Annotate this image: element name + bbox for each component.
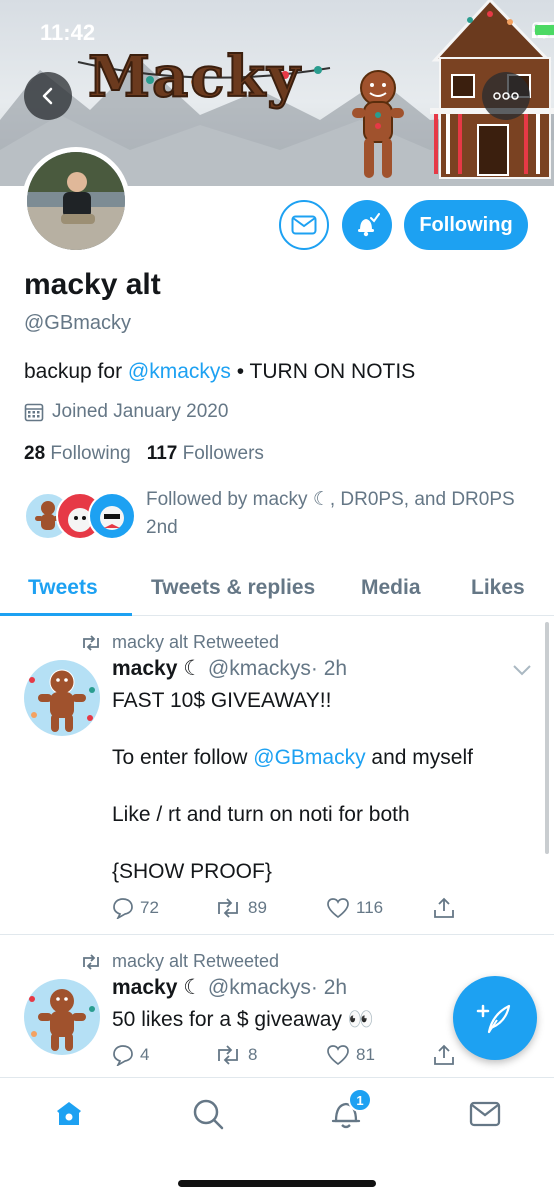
tweet-actions: 72 89 116 — [112, 896, 472, 920]
chevron-down-icon[interactable] — [512, 664, 532, 676]
back-arrow-icon — [42, 87, 53, 105]
tab-likes[interactable]: Likes — [471, 560, 525, 616]
followed-by-row[interactable]: Followed by macky ☾, DR0PS, and DR0PS 2n… — [24, 486, 544, 542]
bio-text-prefix: backup for — [24, 360, 128, 383]
like-icon — [327, 1045, 349, 1066]
following-count-link[interactable]: 28 Following — [24, 443, 131, 465]
retweet-icon — [83, 634, 99, 651]
joined-date: Joined January 2020 — [24, 401, 228, 423]
scrollbar[interactable] — [545, 622, 549, 854]
share-icon — [434, 1044, 454, 1065]
bio-mention-link[interactable]: @kmackys — [128, 360, 231, 383]
retweet-icon — [218, 1045, 238, 1065]
tab-tweets-replies[interactable]: Tweets & replies — [151, 560, 315, 616]
like-icon — [327, 898, 349, 919]
banner-title: Macky — [87, 43, 302, 111]
moon-icon: ☾ — [183, 657, 203, 680]
retweet-count: 8 — [248, 1045, 258, 1064]
retweet-context-text: macky alt Retweeted — [112, 632, 280, 652]
like-button[interactable]: 81 — [326, 1043, 432, 1067]
retweet-icon — [83, 953, 99, 970]
following-button[interactable]: Following — [404, 200, 528, 250]
nav-search[interactable] — [188, 1094, 228, 1134]
compose-icon — [476, 1004, 511, 1034]
tweet-author-name[interactable]: macky — [112, 976, 177, 999]
tweet-avatar[interactable] — [24, 660, 100, 736]
profile-name: macky alt — [24, 268, 161, 301]
retweet-button[interactable]: 8 — [214, 1043, 326, 1067]
retweet-context: macky alt Retweeted — [80, 632, 279, 653]
mini-avatar — [88, 492, 136, 540]
tab-media[interactable]: Media — [361, 560, 421, 616]
reply-button[interactable]: 72 — [112, 896, 214, 920]
bio-text-suffix: • TURN ON NOTIS — [230, 360, 416, 383]
tweet-author-handle: @kmackys — [207, 657, 311, 680]
retweet-context: macky alt Retweeted — [80, 951, 279, 972]
tweet-author-handle: @kmackys — [207, 976, 311, 999]
profile-avatar[interactable] — [22, 147, 130, 255]
profile-bio: backup for @kmackys • TURN ON NOTIS — [24, 360, 415, 384]
messages-icon — [469, 1101, 501, 1127]
like-count: 116 — [356, 898, 384, 917]
battery-icon — [532, 22, 554, 38]
message-button[interactable] — [279, 200, 329, 250]
avatar-photo — [27, 152, 125, 250]
calendar-icon — [24, 403, 44, 422]
like-button[interactable]: 116 — [326, 896, 432, 920]
tweet-avatar[interactable] — [24, 979, 100, 1055]
status-time: 11:42 — [40, 20, 96, 45]
reply-icon — [113, 1045, 133, 1066]
tweet[interactable]: macky alt Retweeted macky ☾ @kmackys· 2h… — [0, 616, 554, 935]
tweet-time: · 2h — [310, 657, 348, 680]
like-count: 81 — [356, 1045, 375, 1064]
nav-notifications[interactable]: 1 — [326, 1088, 372, 1134]
tweet-mention-link[interactable]: @GBmacky — [253, 746, 365, 769]
reply-icon — [113, 898, 133, 919]
home-icon — [57, 1102, 81, 1125]
tweet-actions: 4 8 81 — [112, 1043, 472, 1067]
retweet-button[interactable]: 89 — [214, 896, 326, 920]
back-button[interactable] — [24, 72, 72, 120]
profile-handle: @GBmacky — [24, 312, 131, 334]
retweet-icon — [218, 898, 238, 918]
home-indicator — [178, 1180, 376, 1187]
retweet-context-text: macky alt Retweeted — [112, 951, 280, 971]
tweet-time: · 2h — [310, 976, 348, 999]
mail-icon — [291, 215, 317, 235]
notification-badge: 1 — [348, 1088, 372, 1112]
nav-messages[interactable] — [465, 1094, 505, 1134]
tweet-text: 50 likes for a $ giveaway 👀 — [112, 1008, 374, 1031]
tweet-header: macky ☾ @kmackys· 2h — [112, 656, 347, 681]
bell-check-icon — [358, 213, 380, 237]
tweet-header: macky ☾ @kmackys· 2h — [112, 975, 347, 1000]
gingerbread-avatar — [29, 669, 95, 732]
more-button[interactable] — [482, 72, 530, 120]
reply-count: 4 — [140, 1045, 150, 1064]
reply-button[interactable]: 4 — [112, 1043, 214, 1067]
share-button[interactable] — [432, 896, 456, 920]
moon-icon: ☾ — [183, 976, 203, 999]
more-icon — [493, 92, 519, 100]
joined-text: Joined January 2020 — [52, 401, 229, 422]
followed-by-text: Followed by macky ☾, DR0PS, and DR0PS 2n… — [146, 489, 515, 538]
compose-tweet-button[interactable] — [453, 976, 537, 1060]
tweet-text: FAST 10$ GIVEAWAY!! To enter follow @GBm… — [112, 689, 473, 883]
share-button[interactable] — [432, 1043, 456, 1067]
search-icon — [193, 1099, 224, 1130]
reply-count: 72 — [140, 898, 159, 917]
tab-tweets[interactable]: Tweets — [28, 560, 98, 616]
followers-count-link[interactable]: 117 Followers — [147, 443, 264, 465]
notifications-toggle-button[interactable] — [342, 200, 392, 250]
share-icon — [434, 897, 454, 918]
profile-tabs: Tweets Tweets & replies Media Likes — [0, 560, 554, 616]
followed-by-avatars — [24, 486, 140, 540]
follow-counts: 28 Following 117 Followers — [24, 443, 264, 465]
tweet-author-name[interactable]: macky — [112, 657, 177, 680]
retweet-count: 89 — [248, 898, 267, 917]
gingerbread-avatar — [29, 989, 95, 1051]
nav-home[interactable] — [49, 1094, 89, 1134]
